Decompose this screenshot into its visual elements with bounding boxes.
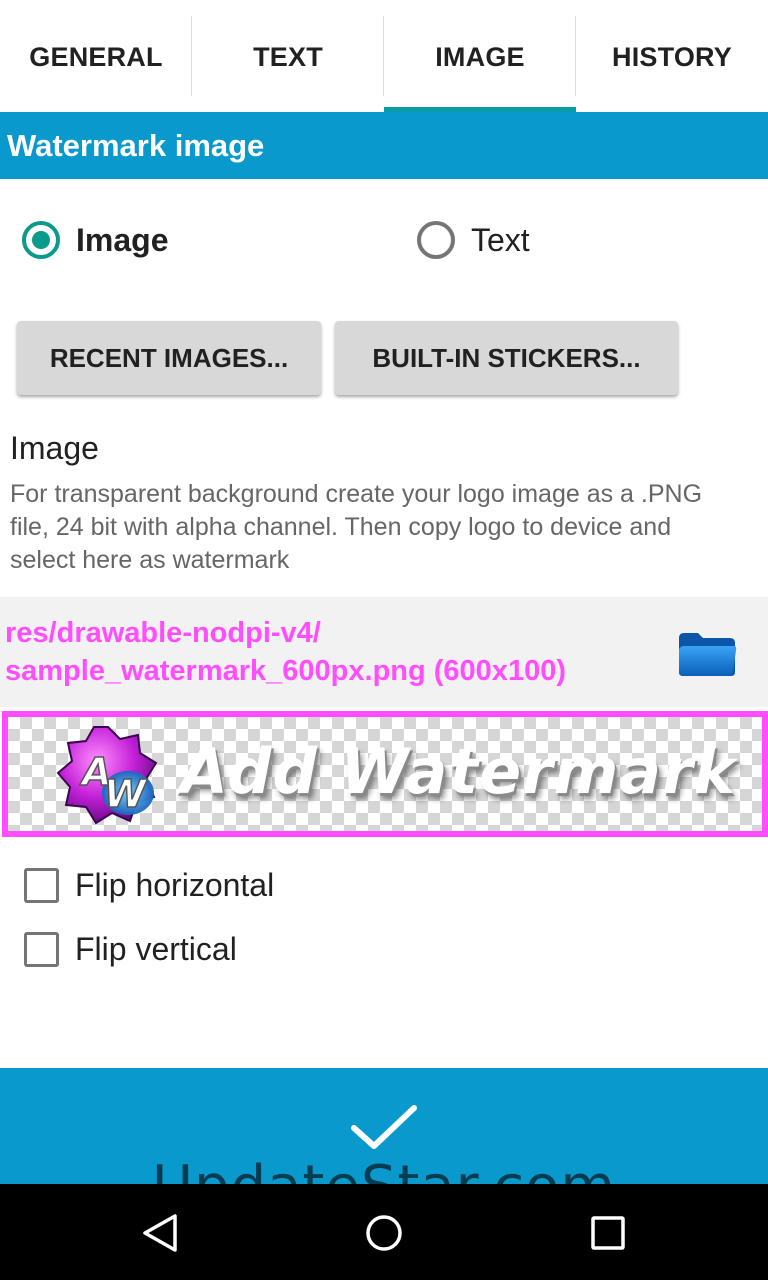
recent-images-button[interactable]: RECENT IMAGES...: [17, 321, 321, 395]
checkbox-unchecked-icon: [24, 931, 59, 967]
radio-unchecked-icon: [417, 221, 455, 259]
checkbox-label: Flip horizontal: [75, 866, 275, 903]
tab-general[interactable]: GENERAL: [0, 0, 192, 112]
tab-label: IMAGE: [435, 41, 525, 72]
watermark-preview: A W Add Watermark: [2, 711, 768, 837]
built-in-stickers-button[interactable]: BUILT-IN STICKERS...: [335, 321, 678, 395]
tab-label: TEXT: [253, 41, 323, 72]
tab-history[interactable]: HISTORY: [576, 0, 768, 112]
radio-dot: [32, 231, 50, 249]
radio-label: Text: [471, 221, 530, 258]
tab-image[interactable]: IMAGE: [384, 0, 576, 112]
site-watermark: UpdateStar.com: [0, 1154, 768, 1184]
tab-text[interactable]: TEXT: [192, 0, 384, 112]
svg-text:W: W: [104, 772, 148, 816]
selected-file-row[interactable]: res/drawable-nodpi-v4/ sample_watermark_…: [0, 597, 768, 707]
section-header: Watermark image: [0, 112, 768, 179]
flip-vertical-checkbox[interactable]: Flip vertical: [24, 924, 237, 974]
checkbox-unchecked-icon: [24, 867, 59, 903]
folder-icon[interactable]: [676, 628, 738, 680]
checkbox-label: Flip vertical: [75, 930, 237, 967]
file-path-line: res/drawable-nodpi-v4/: [5, 617, 321, 649]
navigation-bar: [0, 1184, 768, 1280]
home-icon[interactable]: [359, 1208, 409, 1258]
file-name-line: sample_watermark_600px.png (600x100): [5, 655, 566, 687]
radio-text[interactable]: Text: [417, 215, 530, 265]
image-setting-description: For transparent background create your l…: [10, 480, 703, 574]
flip-horizontal-checkbox[interactable]: Flip horizontal: [24, 860, 274, 910]
recents-icon[interactable]: [583, 1208, 633, 1258]
radio-label: Image: [76, 221, 169, 258]
radio-image[interactable]: Image: [22, 215, 168, 265]
tab-label: GENERAL: [29, 41, 163, 72]
radio-checked-icon: [22, 221, 60, 259]
selected-file-path: res/drawable-nodpi-v4/ sample_watermark_…: [5, 614, 566, 690]
checkmark-icon: [351, 1105, 417, 1149]
confirm-button[interactable]: UpdateStar.com: [0, 1068, 768, 1184]
back-icon[interactable]: [135, 1208, 185, 1258]
tab-label: HISTORY: [612, 41, 732, 72]
image-setting-title: Image: [10, 430, 99, 466]
watermark-text: Add Watermark: [180, 735, 736, 808]
watermark-logo: A W: [56, 726, 158, 825]
tab-bar: GENERAL TEXT IMAGE HISTORY: [0, 0, 768, 112]
